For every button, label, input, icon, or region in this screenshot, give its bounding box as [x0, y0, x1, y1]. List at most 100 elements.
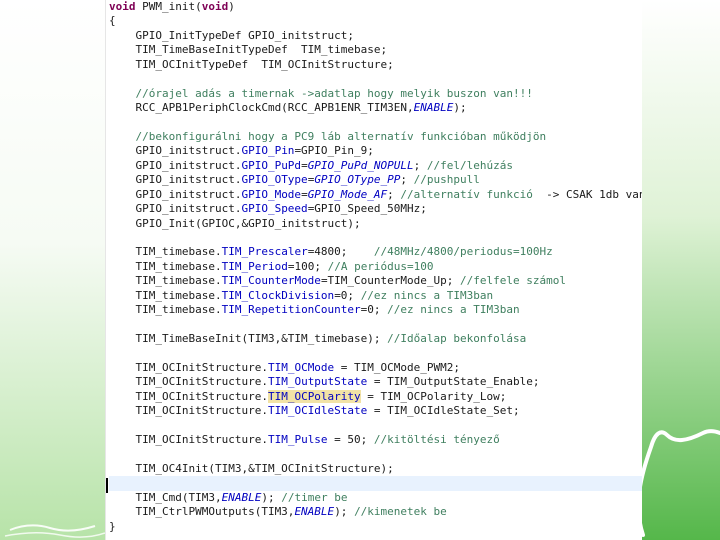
- code-line[interactable]: TIM_timebase.TIM_Period=100; //A periódu…: [109, 260, 642, 274]
- code-token: ): [228, 0, 235, 13]
- code-line[interactable]: {: [109, 14, 642, 28]
- code-line[interactable]: TIM_OC4Init(TIM3,&TIM_OCInitStructure);: [109, 462, 642, 476]
- text-cursor: [106, 478, 108, 493]
- code-token: void: [109, 0, 136, 13]
- code-token: =: [301, 158, 308, 172]
- code-token: GPIO_initstruct.: [109, 173, 242, 187]
- code-line[interactable]: RCC_APB1PeriphClockCmd(RCC_APB1ENR_TIM3E…: [109, 101, 642, 115]
- code-token: TIM_timebase.: [109, 303, 222, 317]
- code-token: ENABLE: [221, 490, 262, 504]
- code-line[interactable]: [109, 347, 642, 361]
- code-line[interactable]: TIM_timebase.TIM_RepetitionCounter=0; //…: [109, 303, 642, 317]
- code-line[interactable]: TIM_OCInitStructure.TIM_OCPolarity = TIM…: [109, 389, 642, 404]
- code-token: GPIO_Init(GPIOC,&GPIO_initstruct);: [109, 216, 361, 230]
- code-token: //kimenetek be: [354, 505, 447, 519]
- code-line[interactable]: GPIO_InitTypeDef GPIO_initstruct;: [109, 29, 642, 43]
- code-token: TIM_OutputState: [267, 375, 368, 389]
- code-token: TIM_timebase.: [109, 274, 222, 288]
- code-line[interactable]: //órajel adás a timernak ->adatlap hogy …: [109, 87, 642, 101]
- code-line[interactable]: TIM_TimeBaseInit(TIM3,&TIM_timebase); //…: [109, 332, 642, 346]
- code-token: //felfele számol: [460, 274, 566, 288]
- code-view[interactable]: void PWM_init(void){ GPIO_InitTypeDef GP…: [109, 0, 642, 534]
- code-line[interactable]: [109, 419, 642, 433]
- code-token: GPIO_initstruct.: [109, 144, 242, 158]
- code-line[interactable]: TIM_OCInitTypeDef TIM_OCInitStructure;: [109, 58, 642, 72]
- code-token: ENABLE: [294, 505, 335, 519]
- code-line[interactable]: GPIO_Init(GPIOC,&GPIO_initstruct);: [109, 217, 642, 231]
- code-line[interactable]: GPIO_initstruct.GPIO_Pin=GPIO_Pin_9;: [109, 144, 642, 158]
- code-token: GPIO_OType_PP: [314, 173, 401, 187]
- code-token: TIM_RepetitionCounter: [221, 303, 361, 317]
- code-token: //pushpull: [413, 173, 480, 187]
- code-token: GPIO_Pin: [241, 144, 295, 158]
- code-token: void: [201, 0, 229, 13]
- code-line[interactable]: [109, 72, 642, 86]
- code-token: TIM_timebase.: [109, 288, 222, 302]
- code-token: =: [301, 187, 308, 201]
- code-token: TIM_OCInitTypeDef TIM_OCInitStructure;: [109, 57, 394, 71]
- code-line[interactable]: TIM_Cmd(TIM3,ENABLE); //timer be: [109, 491, 642, 505]
- code-token: =0;: [334, 288, 361, 302]
- code-token: //Időalap bekonfolása: [387, 332, 527, 346]
- code-line[interactable]: TIM_OCInitStructure.TIM_OutputState = TI…: [109, 375, 642, 389]
- code-token: RCC_APB1PeriphClockCmd(RCC_APB1ENR_TIM3E…: [109, 101, 414, 115]
- code-token: TIM_OCInitStructure.: [109, 404, 268, 418]
- code-line[interactable]: TIM_TimeBaseInitTypeDef TIM_timebase;: [109, 43, 642, 57]
- code-token: //timer be: [281, 490, 348, 504]
- code-token: =GPIO_Pin_9;: [294, 144, 374, 158]
- code-token: TIM_timebase.: [109, 259, 222, 273]
- code-line[interactable]: [109, 116, 642, 130]
- code-token: TIM_CtrlPWMOutputs(TIM3,: [109, 505, 295, 519]
- code-token: TIM_OCInitStructure.: [109, 433, 268, 447]
- code-line[interactable]: [109, 318, 642, 332]
- code-line[interactable]: TIM_timebase.TIM_CounterMode=TIM_Counter…: [109, 274, 642, 288]
- code-line[interactable]: TIM_timebase.TIM_ClockDivision=0; //ez n…: [109, 289, 642, 303]
- code-token: ENABLE: [413, 101, 454, 115]
- code-line[interactable]: TIM_timebase.TIM_Prescaler=4800; //48MHz…: [109, 245, 642, 259]
- code-token: =TIM_CounterMode_Up;: [320, 274, 461, 288]
- code-line[interactable]: GPIO_initstruct.GPIO_Speed=GPIO_Speed_50…: [109, 202, 642, 216]
- code-line[interactable]: GPIO_initstruct.GPIO_Mode=GPIO_Mode_AF; …: [109, 188, 642, 202]
- code-token: );: [453, 101, 467, 115]
- code-token: //A periódus=100: [327, 259, 434, 273]
- code-token: = TIM_OCPolarity_Low;: [360, 389, 507, 403]
- code-token: TIM_OCPolarity: [267, 389, 361, 403]
- code-line[interactable]: TIM_OCInitStructure.TIM_Pulse = 50; //ki…: [109, 433, 642, 447]
- code-token: TIM_OCInitStructure.: [109, 360, 268, 374]
- code-line[interactable]: [109, 448, 642, 462]
- wave-decoration-left: [4, 524, 105, 538]
- code-token: GPIO_InitTypeDef GPIO_initstruct;: [109, 28, 355, 42]
- code-token: -> CSAK 1db van: [532, 187, 642, 201]
- code-token: GPIO_Speed: [241, 202, 308, 216]
- code-token: = TIM_OutputState_Enable;: [367, 375, 540, 389]
- code-line[interactable]: TIM_CtrlPWMOutputs(TIM3,ENABLE); //kimen…: [109, 505, 642, 519]
- code-token: = TIM_OCIdleState_Set;: [367, 404, 520, 418]
- code-token: TIM_OCIdleState: [267, 404, 368, 418]
- code-line[interactable]: //bekonfigurálni hogy a PC9 láb alternat…: [109, 130, 642, 144]
- code-token: );: [334, 505, 355, 519]
- code-line[interactable]: TIM_OCInitStructure.TIM_OCIdleState = TI…: [109, 404, 642, 418]
- code-line[interactable]: [109, 476, 642, 491]
- code-editor[interactable]: void PWM_init(void){ GPIO_InitTypeDef GP…: [105, 0, 642, 540]
- code-token: PWM_init(: [135, 0, 202, 13]
- code-token: {: [109, 14, 116, 28]
- code-line[interactable]: }: [109, 520, 642, 534]
- code-token: GPIO_Mode_AF: [307, 187, 388, 201]
- code-token: TIM_OCMode: [267, 360, 335, 374]
- code-line[interactable]: void PWM_init(void): [109, 0, 642, 14]
- code-token: }: [109, 519, 116, 533]
- code-token: TIM_OCInitStructure.: [109, 389, 268, 403]
- code-token: =GPIO_Speed_50MHz;: [307, 202, 427, 216]
- code-token: = 50;: [327, 433, 374, 447]
- code-line[interactable]: TIM_OCInitStructure.TIM_OCMode = TIM_OCM…: [109, 361, 642, 375]
- code-line[interactable]: [109, 231, 642, 245]
- code-token: GPIO_OType: [241, 173, 308, 187]
- code-line[interactable]: GPIO_initstruct.GPIO_OType=GPIO_OType_PP…: [109, 173, 642, 187]
- code-token: //ez nincs a TIM3ban: [387, 303, 520, 317]
- code-token: TIM_OC4Init(TIM3,&TIM_OCInitStructure);: [109, 462, 394, 475]
- code-token: ;: [387, 187, 401, 201]
- code-token: //bekonfigurálni hogy a PC9 láb alternat…: [109, 129, 547, 143]
- code-line[interactable]: GPIO_initstruct.GPIO_PuPd=GPIO_PuPd_NOPU…: [109, 159, 642, 173]
- code-token: //fel/lehúzás: [426, 158, 513, 172]
- code-token: //48MHz/4800/periodus=100Hz: [373, 245, 553, 259]
